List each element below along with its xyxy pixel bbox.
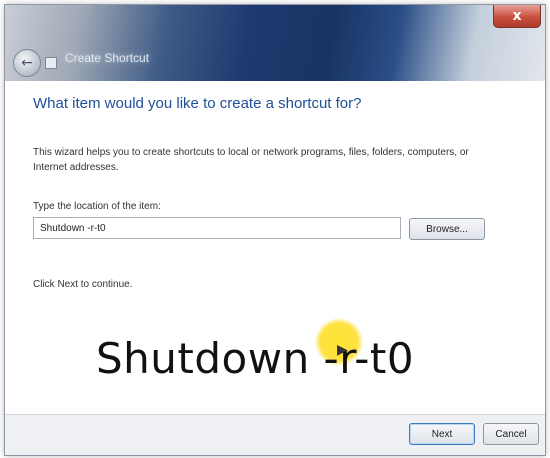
back-arrow-icon[interactable]: ← [13,49,41,77]
wizard-icon [45,57,57,69]
wizard-description: This wizard helps you to create shortcut… [33,147,469,173]
mouse-pointer-icon: ▶ [337,342,348,358]
next-button[interactable]: Next [409,423,475,445]
location-input[interactable] [33,217,401,239]
wizard-heading: What item would you like to create a sho… [33,95,362,112]
dialog-footer: Next Cancel [5,414,545,455]
location-label: Type the location of the item: [33,201,161,212]
title-bar: ← Create Shortcut x [5,5,545,81]
window-title: Create Shortcut [65,51,150,65]
continue-instruction: Click Next to continue. [33,279,133,290]
cancel-button[interactable]: Cancel [483,423,539,445]
browse-button[interactable]: Browse... [409,218,485,240]
overlay-caption: Shutdown -r-t0 [96,334,415,383]
close-button[interactable]: x [493,5,541,28]
create-shortcut-dialog: ← Create Shortcut x What item would you … [4,4,546,456]
